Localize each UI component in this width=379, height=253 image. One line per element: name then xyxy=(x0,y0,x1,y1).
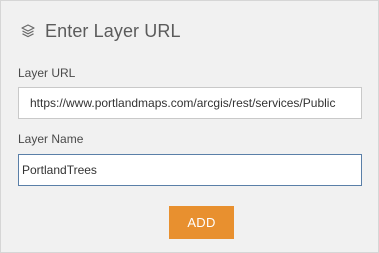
layer-name-input[interactable] xyxy=(18,154,362,186)
layer-url-label: Layer URL xyxy=(18,66,76,80)
panel-title: Enter Layer URL xyxy=(45,20,181,41)
layer-name-label: Layer Name xyxy=(18,132,84,146)
layer-url-input[interactable] xyxy=(18,87,362,119)
add-button[interactable]: ADD xyxy=(169,206,234,239)
panel-header: Enter Layer URL xyxy=(18,19,181,43)
add-layer-panel: Enter Layer URL Layer URL Layer Name ADD xyxy=(0,0,379,253)
layers-icon xyxy=(18,21,38,41)
